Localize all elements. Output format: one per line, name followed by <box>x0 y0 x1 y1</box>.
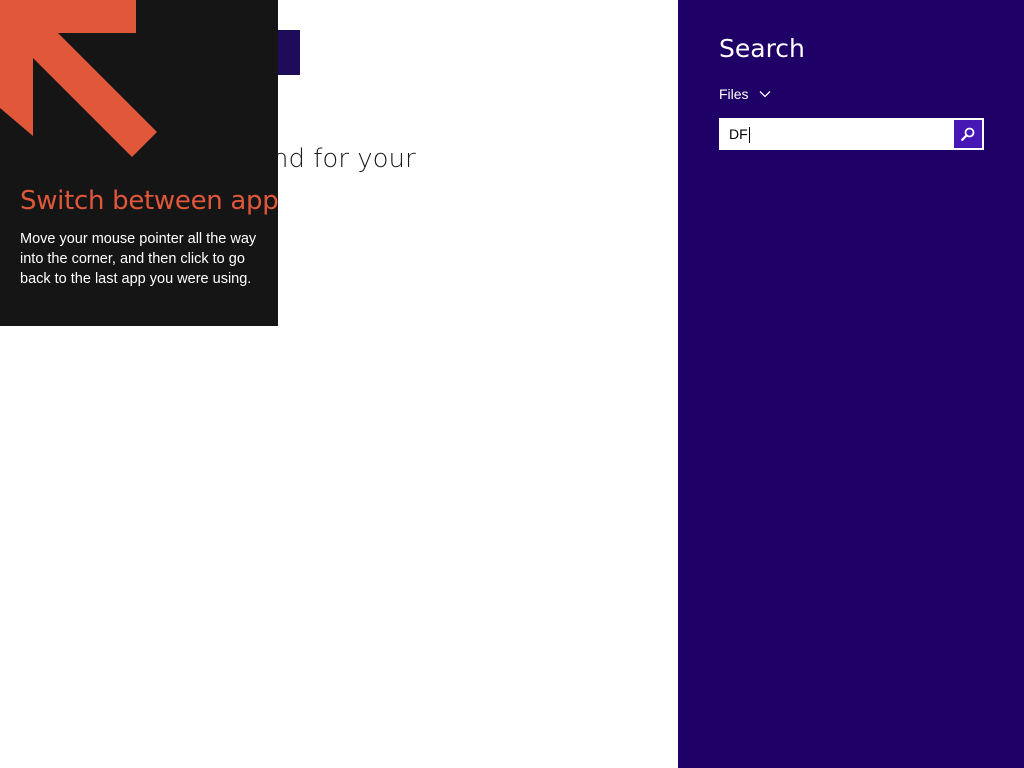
search-input[interactable]: DF <box>721 120 954 148</box>
arrow-up-left-icon <box>0 0 157 157</box>
search-icon <box>961 127 975 141</box>
search-button[interactable] <box>954 120 982 148</box>
tip-title: Switch between apps <box>20 186 278 216</box>
background-text: nd for your <box>272 144 416 174</box>
chevron-down-icon <box>759 91 771 98</box>
tip-panel: Switch between apps Move your mouse poin… <box>0 0 278 326</box>
search-charm: Search Files DF <box>678 0 1024 768</box>
search-box: DF <box>719 118 984 150</box>
search-scope-label: Files <box>719 86 749 102</box>
search-scope-dropdown[interactable]: Files <box>719 86 771 102</box>
search-charm-title: Search <box>719 34 805 63</box>
search-query: DF <box>729 126 748 142</box>
tip-body: Move your mouse pointer all the way into… <box>20 231 257 287</box>
text-caret <box>748 127 750 144</box>
